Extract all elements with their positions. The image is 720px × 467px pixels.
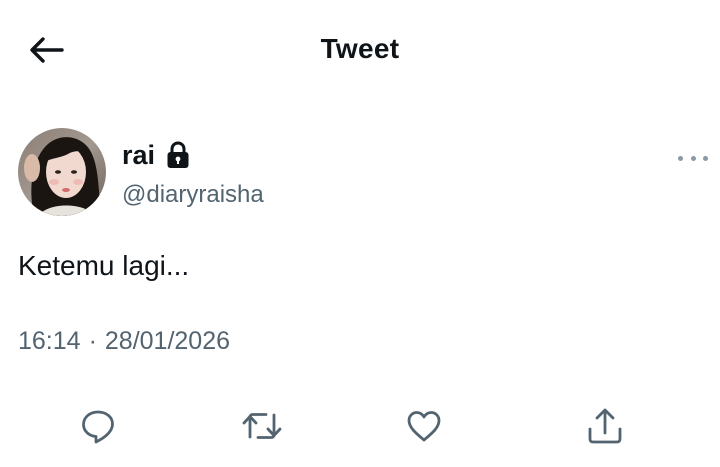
page-title: Tweet xyxy=(320,33,400,64)
share-button[interactable] xyxy=(583,402,627,450)
tweet-date: 28/01/2026 xyxy=(104,327,231,355)
tweet-timestamp[interactable]: 16:14 · 28/01/2026 xyxy=(18,325,230,357)
reply-icon xyxy=(79,407,117,445)
tweet-actions xyxy=(0,402,720,452)
more-options-button[interactable] xyxy=(678,150,708,166)
tweet-time: 16:14 xyxy=(18,327,81,355)
tweet-author: rai @diaryraisha xyxy=(18,128,708,220)
username-handle[interactable]: @diaryraisha xyxy=(122,180,264,210)
tweet-text: Ketemu lagi... xyxy=(18,250,190,281)
top-bar: Tweet xyxy=(0,0,720,100)
more-dot xyxy=(703,155,708,161)
avatar[interactable] xyxy=(18,128,106,216)
lock-icon xyxy=(165,140,191,170)
heart-icon xyxy=(405,407,443,445)
share-icon xyxy=(586,406,624,446)
retweet-button[interactable] xyxy=(240,402,284,450)
display-name[interactable]: rai xyxy=(122,138,155,172)
more-dot xyxy=(678,155,683,161)
like-button[interactable] xyxy=(402,402,446,450)
more-dot xyxy=(690,155,696,161)
timestamp-separator: · xyxy=(88,327,97,355)
reply-button[interactable] xyxy=(76,402,120,450)
retweet-icon xyxy=(240,407,284,445)
display-name-row: rai xyxy=(122,138,191,172)
